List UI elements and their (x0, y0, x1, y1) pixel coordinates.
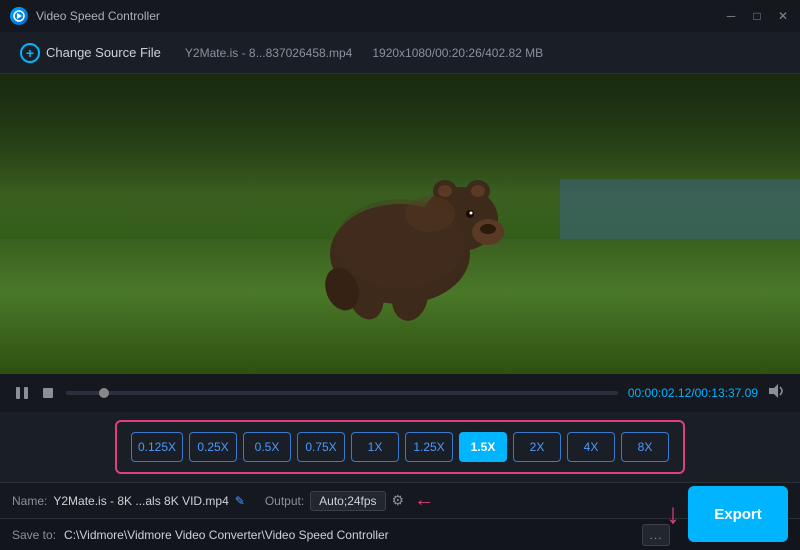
saveto-label: Save to: (12, 528, 56, 542)
progress-bar[interactable] (66, 391, 618, 395)
speed-button-025x[interactable]: 0.25X (189, 432, 237, 462)
water-reflection (560, 179, 800, 239)
total-time: 00:13:37.09 (695, 386, 758, 400)
name-section: Name: Y2Mate.is - 8K ...als 8K VID.mp4 ✎ (12, 494, 245, 508)
maximize-button[interactable]: □ (750, 9, 764, 23)
minimize-button[interactable]: ─ (724, 9, 738, 23)
toolbar: + Change Source File Y2Mate.is - 8...837… (0, 32, 800, 74)
output-label: Output: (265, 494, 304, 508)
settings-button[interactable]: ⚙ (392, 492, 405, 509)
volume-button[interactable] (768, 383, 786, 404)
speed-button-15x[interactable]: 1.5X (459, 432, 507, 462)
play-button[interactable] (14, 385, 30, 401)
speed-container: 0.125X0.25X0.5X0.75X1X1.25X1.5X2X4X8X (0, 412, 800, 482)
change-source-button[interactable]: + Change Source File (12, 39, 169, 67)
speed-selector: 0.125X0.25X0.5X0.75X1X1.25X1.5X2X4X8X (115, 420, 685, 474)
bear-image (260, 124, 540, 324)
app-icon (10, 7, 28, 25)
speed-button-05x[interactable]: 0.5X (243, 432, 291, 462)
saveto-bar: Save to: C:\Vidmore\Vidmore Video Conver… (0, 518, 800, 550)
playback-bar: 00:00:02.12/00:13:37.09 (0, 374, 800, 412)
current-time: 00:00:02.12 (628, 386, 691, 400)
file-name: Y2Mate.is - 8...837026458.mp4 (185, 46, 352, 60)
titlebar-left: Video Speed Controller (10, 7, 160, 25)
speed-button-075x[interactable]: 0.75X (297, 432, 345, 462)
browse-button[interactable]: ... (642, 524, 670, 546)
stop-button[interactable] (40, 385, 56, 401)
bottom-section: Name: Y2Mate.is - 8K ...als 8K VID.mp4 ✎… (0, 482, 800, 550)
plus-circle-icon: + (20, 43, 40, 63)
title-bar: Video Speed Controller ─ □ ✕ (0, 0, 800, 32)
arrow-left-icon: ← (414, 489, 434, 512)
name-label: Name: (12, 494, 47, 508)
saveto-path: C:\Vidmore\Vidmore Video Converter\Video… (64, 528, 634, 542)
speed-button-2x[interactable]: 2X (513, 432, 561, 462)
output-section: Output: Auto;24fps ⚙ ← (265, 489, 434, 512)
name-value: Y2Mate.is - 8K ...als 8K VID.mp4 (53, 494, 228, 508)
bottom-bar: Name: Y2Mate.is - 8K ...als 8K VID.mp4 ✎… (0, 482, 800, 518)
speed-button-4x[interactable]: 4X (567, 432, 615, 462)
speed-button-0125x[interactable]: 0.125X (131, 432, 183, 462)
change-source-label: Change Source File (46, 45, 161, 60)
time-display: 00:00:02.12/00:13:37.09 (628, 386, 758, 400)
progress-handle[interactable] (99, 388, 109, 398)
speed-button-1x[interactable]: 1X (351, 432, 399, 462)
edit-icon[interactable]: ✎ (235, 494, 245, 508)
export-button[interactable]: Export (688, 486, 788, 542)
video-player[interactable] (0, 74, 800, 374)
speed-button-125x[interactable]: 1.25X (405, 432, 453, 462)
video-thumbnail (0, 74, 800, 374)
output-value[interactable]: Auto;24fps (310, 491, 385, 511)
file-details: 1920x1080/00:20:26/402.82 MB (372, 46, 543, 60)
app-title: Video Speed Controller (36, 9, 160, 23)
titlebar-controls: ─ □ ✕ (724, 9, 790, 23)
speed-button-8x[interactable]: 8X (621, 432, 669, 462)
close-button[interactable]: ✕ (776, 9, 790, 23)
